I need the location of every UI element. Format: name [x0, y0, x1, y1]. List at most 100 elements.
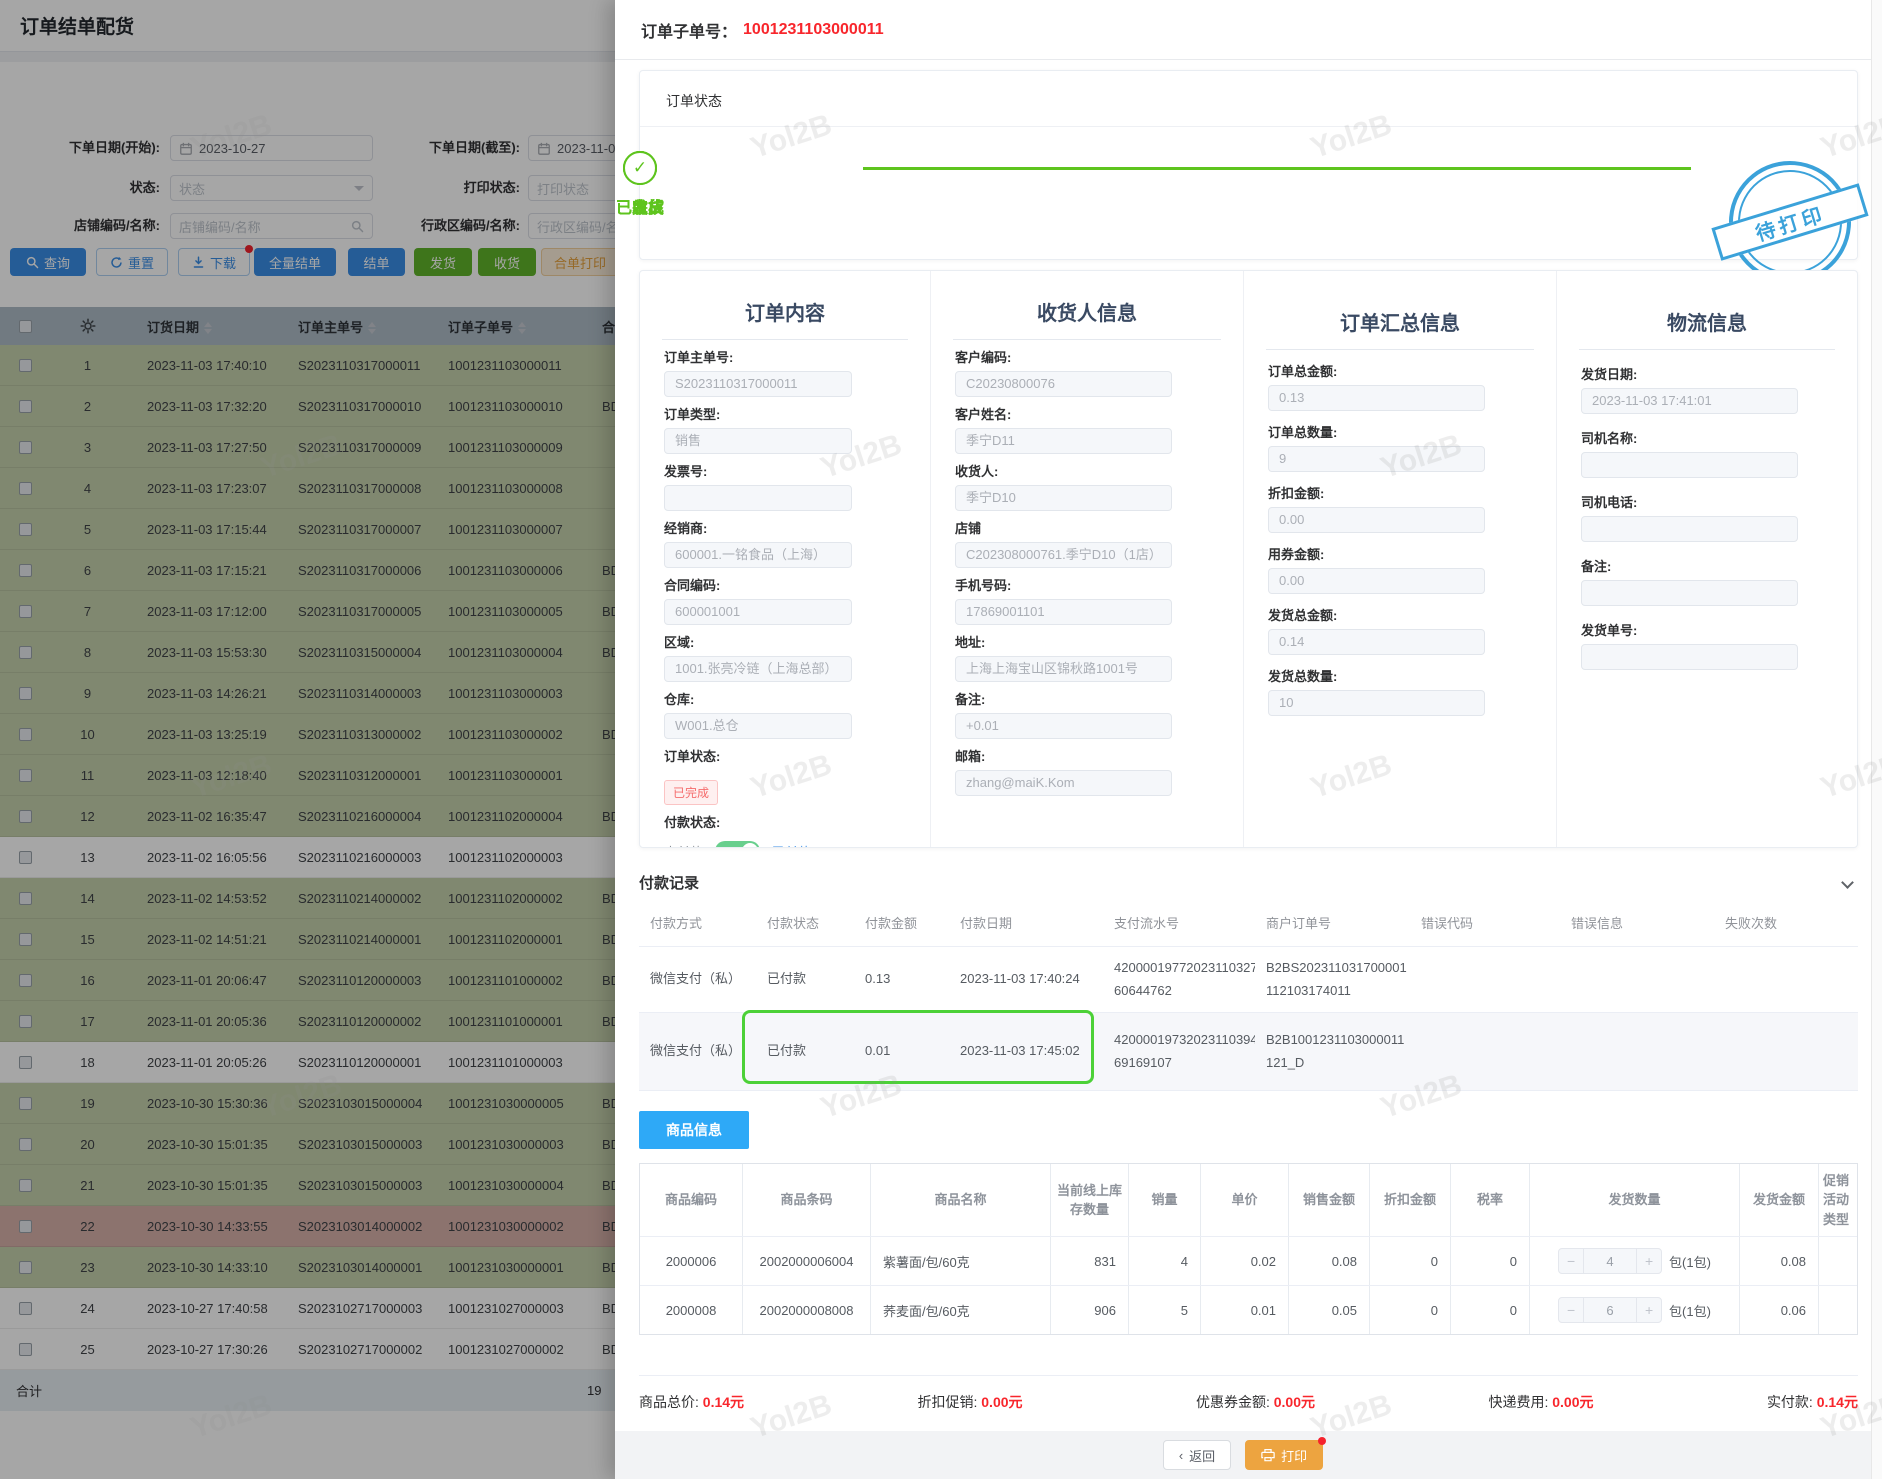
form-field: 订单类型: 销售: [664, 404, 930, 454]
form-field: 司机名称:: [1581, 428, 1857, 478]
section-title-receiver: 收货人信息: [953, 297, 1221, 340]
form-field: 仓库: W001.总仓: [664, 689, 930, 739]
form-field: 客户编码: C20230800076: [955, 347, 1243, 397]
qty-value[interactable]: 4: [1584, 1248, 1637, 1274]
field-value: 600001001: [664, 599, 852, 625]
total-item: 优惠券金额: 0.00元: [1196, 1392, 1315, 1412]
goods-table: 商品编码 商品条码 商品名称 当前线上库存数量 销量 单价 销售金额 折扣金额 …: [639, 1163, 1858, 1335]
total-value: 0.14元: [702, 1394, 745, 1410]
summary-column: 订单汇总信息 订单总金额: 0.13 订单总数量: 9 折扣金额: 0.00 用…: [1244, 271, 1557, 847]
form-field: 合同编码: 600001001: [664, 575, 930, 625]
sub-order-label: 订单子单号：: [641, 23, 738, 41]
field-value: [664, 485, 852, 511]
qty-stepper: − 4 + 包(1包): [1558, 1248, 1711, 1274]
field-label: 发票号:: [664, 464, 708, 479]
pay-state-row: 未付款 已付款: [664, 841, 930, 847]
minus-button[interactable]: −: [1558, 1248, 1585, 1274]
field-label: 收货人:: [955, 464, 999, 479]
field-value: [1581, 580, 1798, 606]
field-label: 合同编码:: [664, 578, 721, 593]
field-value: S2023110317000011: [664, 371, 852, 397]
section-title-summary: 订单汇总信息: [1266, 307, 1534, 350]
field-value: W001.总仓: [664, 713, 852, 739]
order-status-card: 订单状态 ✓ 已审核 ✓ 已发货 ✓ 已收货 ✓ 已完成: [616, 70, 1869, 299]
field-label: 司机名称:: [1581, 431, 1638, 446]
section-title-logistics: 物流信息: [1579, 307, 1835, 350]
payment-table-header: 付款方式 付款状态 付款金额 付款日期 支付流水号 商户订单号 错误代码 错误信…: [639, 903, 1858, 947]
field-label: 司机电话:: [1581, 495, 1638, 510]
back-button[interactable]: ‹ 返回: [1162, 1440, 1232, 1470]
collapse-chevron-icon[interactable]: [1841, 876, 1854, 889]
order-status-field: 订单状态:: [664, 749, 721, 764]
field-label: 发货日期:: [1581, 367, 1638, 382]
total-label: 实付款:: [1766, 1394, 1813, 1410]
field-label: 备注:: [1581, 559, 1612, 574]
notification-dot: [1318, 1437, 1327, 1445]
field-value: [1581, 644, 1798, 670]
paid-toggle[interactable]: [715, 841, 761, 847]
step-check-icon: ✓: [623, 151, 657, 185]
field-label: 发货单号:: [1581, 623, 1638, 638]
vertical-scrollbar-track[interactable]: [1871, 0, 1882, 1479]
minus-button[interactable]: −: [1558, 1297, 1585, 1323]
goods-row[interactable]: 2000006 2002000006004 紫薯面/包/60克 831 4 0.…: [640, 1236, 1857, 1285]
field-label: 客户编码:: [955, 350, 1012, 365]
form-field: 发货单号:: [1581, 620, 1857, 670]
form-field: 备注:: [1581, 556, 1857, 606]
field-value: C202308000761.季宁D10（1店）: [955, 542, 1172, 568]
print-button[interactable]: 打印: [1245, 1437, 1327, 1470]
field-value: 上海上海宝山区锦秋路1001号: [955, 656, 1172, 682]
field-label: 订单主单号:: [664, 350, 734, 365]
order-content-column: 订单内容 订单主单号: S2023110317000011 订单类型: 销售 发…: [640, 271, 931, 847]
pay-status-field: 付款状态:: [664, 815, 721, 830]
form-field: 发票号:: [664, 461, 930, 511]
plus-button[interactable]: +: [1636, 1248, 1663, 1274]
field-value: C20230800076: [955, 371, 1172, 397]
form-field: 区域: 1001.张亮冷链（上海总部）: [664, 632, 930, 682]
form-field: 经销商: 600001.一铭食品（上海）: [664, 518, 930, 568]
field-label: 手机号码:: [955, 578, 1012, 593]
field-value: 季宁D11: [955, 428, 1172, 454]
goods-info-tab[interactable]: 商品信息: [639, 1111, 749, 1149]
plus-button[interactable]: +: [1636, 1297, 1663, 1323]
field-value: 10: [1268, 690, 1485, 716]
total-label: 商品总价:: [639, 1394, 699, 1410]
field-value: 600001.一铭食品（上海）: [664, 542, 852, 568]
total-value: 0.14元: [1816, 1394, 1858, 1410]
field-value: 9: [1268, 446, 1485, 472]
form-field: 收货人: 季宁D10: [955, 461, 1243, 511]
field-value: [1581, 516, 1798, 542]
form-field: 地址: 上海上海宝山区锦秋路1001号: [955, 632, 1243, 682]
qty-value[interactable]: 6: [1584, 1297, 1637, 1323]
form-field: 发货总数量: 10: [1268, 666, 1556, 716]
payment-table: 付款方式 付款状态 付款金额 付款日期 支付流水号 商户订单号 错误代码 错误信…: [639, 903, 1858, 1091]
field-label: 折扣金额:: [1268, 486, 1325, 501]
field-label: 仓库:: [664, 692, 695, 707]
field-label: 店铺: [955, 521, 982, 536]
status-step: ✓ 已完成: [580, 151, 700, 218]
field-label: 备注:: [955, 692, 986, 707]
field-value: +0.01: [955, 713, 1172, 739]
unit-label: 包(1包): [1669, 1254, 1711, 1270]
step-label: 已完成: [615, 200, 664, 217]
total-value: 0.00元: [1273, 1394, 1315, 1410]
payment-row[interactable]: 微信支付（私） 已付款 0.01 2023-11-03 17:45:02 420…: [639, 1013, 1858, 1091]
status-tag: 已完成: [664, 780, 719, 805]
field-value: 0.00: [1268, 568, 1485, 594]
goods-row[interactable]: 2000008 2002000008008 荞麦面/包/60克 906 5 0.…: [640, 1285, 1857, 1334]
total-item: 折扣促销: 0.00元: [917, 1392, 1022, 1412]
payment-row[interactable]: 微信支付（私） 已付款 0.13 2023-11-03 17:40:24 420…: [639, 947, 1858, 1013]
total-label: 折扣促销:: [917, 1394, 978, 1410]
goods-table-header: 商品编码 商品条码 商品名称 当前线上库存数量 销量 单价 销售金额 折扣金额 …: [640, 1164, 1857, 1236]
order-detail-drawer: 订单子单号： 1001231103000011 订单状态 ✓ 已审核 ✓ 已发货…: [615, 0, 1882, 1479]
field-label: 经销商:: [664, 521, 708, 536]
overlay-mask[interactable]: [0, 0, 615, 1479]
form-field: 折扣金额: 0.00: [1268, 483, 1556, 533]
field-label: 用券金额:: [1268, 547, 1325, 562]
form-field: 订单总金额: 0.13: [1268, 361, 1556, 411]
receiver-column: 收货人信息 客户编码: C20230800076 客户姓名: 季宁D11 收货人…: [931, 271, 1244, 847]
field-value: 1001.张亮冷链（上海总部）: [664, 656, 852, 682]
field-value: 0.13: [1268, 385, 1485, 411]
paid-label: 已付款: [772, 842, 811, 848]
field-label: 发货总数量:: [1268, 669, 1338, 684]
